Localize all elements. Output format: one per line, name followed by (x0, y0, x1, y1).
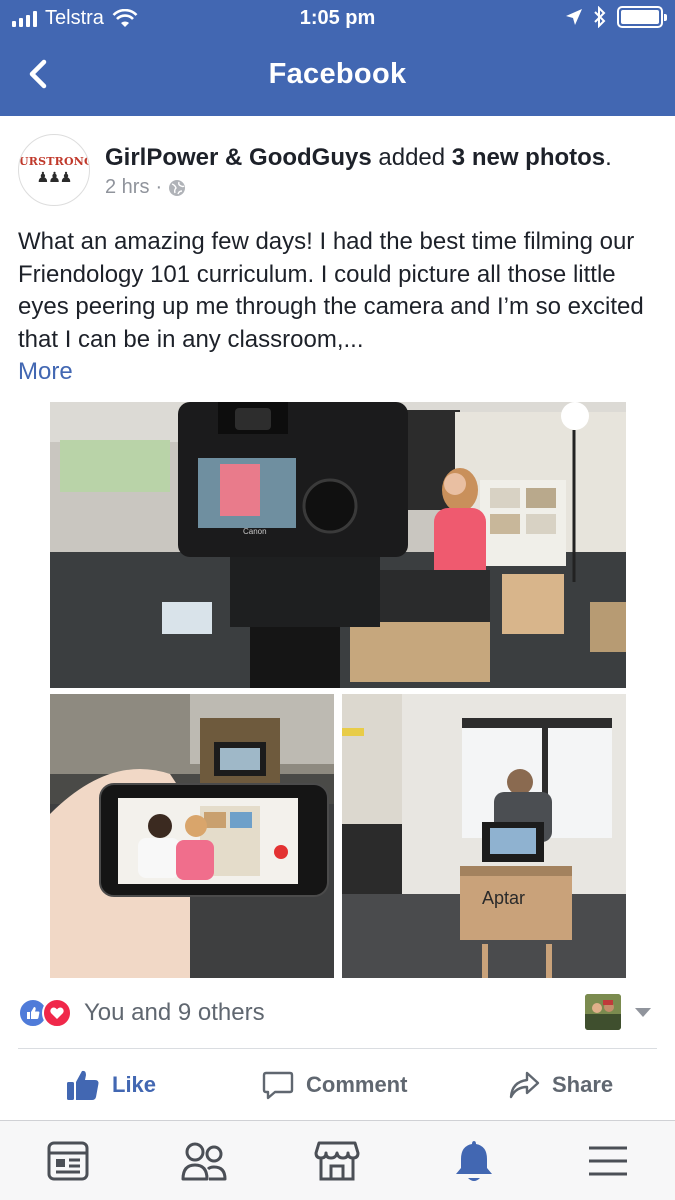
page-title: Facebook (268, 58, 407, 90)
love-reaction-icon (42, 998, 72, 1028)
battery-icon (617, 6, 667, 28)
notifications-icon[interactable] (450, 1137, 498, 1185)
like-label: Like (112, 1072, 157, 1097)
share-label: Share (552, 1072, 614, 1097)
news-feed-icon[interactable] (44, 1137, 92, 1185)
divider (18, 1048, 657, 1049)
camera-brand-label: Canon (243, 527, 267, 536)
post-meta: 2 hrs · (105, 176, 186, 199)
post-photo-2[interactable] (50, 694, 334, 978)
tab-bar (0, 1120, 675, 1200)
meta-separator: · (155, 176, 163, 198)
thumbs-up-icon (67, 1070, 99, 1100)
like-button[interactable]: Like (66, 1060, 156, 1110)
post-body: What an amazing few days! I had the best… (18, 226, 658, 389)
avatar-brand-text: URSTRONG (19, 155, 90, 168)
friends-icon[interactable] (180, 1137, 228, 1185)
post-actions: Like Comment Share (0, 1060, 675, 1110)
header-period: . (605, 144, 612, 171)
reactions-summary[interactable]: You and 9 others (18, 998, 265, 1028)
nav-bar: Facebook (0, 36, 675, 116)
comment-button[interactable]: Comment (262, 1060, 407, 1110)
post-photo-1[interactable]: Canon (50, 402, 626, 688)
location-icon (566, 9, 582, 25)
photo-count-link[interactable]: 3 new photos (452, 144, 605, 171)
comment-icon (262, 1071, 294, 1100)
post-photo-3[interactable]: Aptar (342, 694, 626, 978)
status-bar: Telstra 1:05 pm (0, 0, 675, 36)
see-more-link[interactable]: More (18, 358, 73, 385)
post-action: added (371, 144, 452, 171)
marketplace-icon[interactable] (313, 1137, 361, 1185)
page-avatar[interactable]: URSTRONG ♟♟♟ (18, 134, 90, 206)
post-header: GirlPower & GoodGuys added 3 new photos. (105, 144, 612, 172)
reaction-count: You and 9 others (84, 999, 265, 1026)
post-text: What an amazing few days! I had the best… (18, 228, 644, 353)
post-card: URSTRONG ♟♟♟ GirlPower & GoodGuys added … (0, 116, 675, 1120)
share-icon (509, 1071, 540, 1099)
menu-icon[interactable] (584, 1137, 632, 1185)
author-link[interactable]: GirlPower & GoodGuys (105, 144, 372, 171)
chevron-down-icon[interactable] (635, 1008, 651, 1017)
globe-icon (169, 179, 186, 196)
friend-avatar[interactable] (585, 994, 621, 1030)
bluetooth-icon (594, 6, 606, 28)
photo-box-text: Aptar (482, 888, 525, 908)
people-icon: ♟♟♟ (36, 169, 73, 185)
comment-label: Comment (306, 1072, 408, 1097)
share-button[interactable]: Share (508, 1060, 613, 1110)
post-time[interactable]: 2 hrs (105, 176, 149, 199)
